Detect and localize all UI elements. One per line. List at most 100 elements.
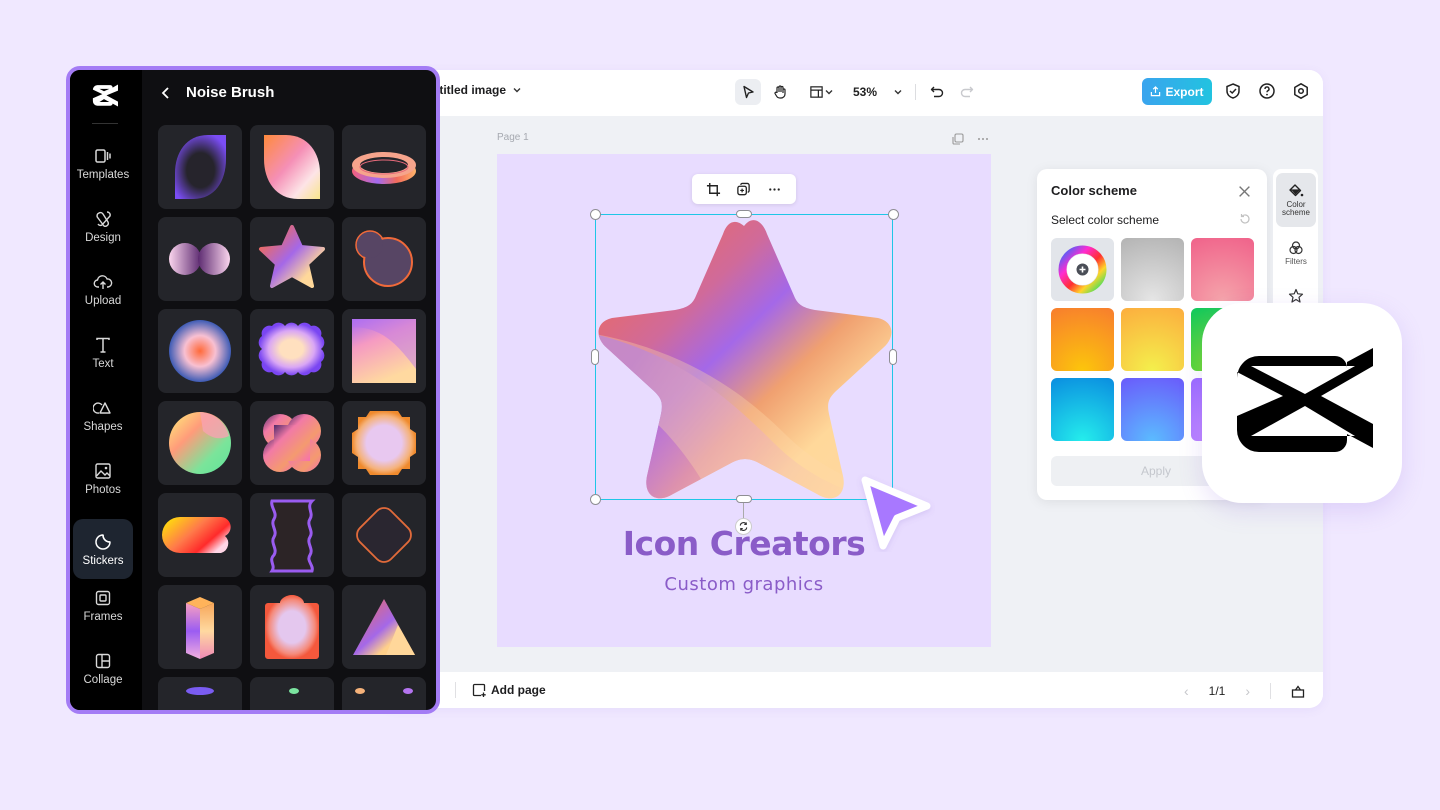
more-icon[interactable]	[767, 182, 782, 197]
layout-button[interactable]	[803, 79, 839, 105]
resize-handle-top-right[interactable]	[888, 209, 899, 220]
panel-title: Noise Brush	[186, 84, 275, 101]
subline-text[interactable]: Custom graphics	[497, 574, 991, 595]
purple-leaf-sticker	[175, 135, 226, 199]
undo-button[interactable]	[924, 79, 950, 105]
orange-rhombus-sticker	[356, 507, 412, 563]
select-cursor-icon	[743, 85, 754, 99]
resize-handle-bottom-left[interactable]	[590, 494, 601, 505]
rotate-connector	[743, 503, 744, 518]
nav-item-shapes[interactable]: Shapes	[73, 385, 133, 445]
resize-handle-top-left[interactable]	[590, 209, 601, 220]
gradient-prism-sticker	[186, 597, 214, 659]
pink-swatch[interactable]	[1191, 238, 1254, 301]
nav-item-text[interactable]: Text	[73, 322, 133, 382]
sticker-pink-square[interactable]	[342, 309, 426, 393]
pink-square-sticker	[352, 319, 416, 383]
canvas-tools: 53%	[735, 77, 980, 107]
paint-bucket-icon	[1289, 183, 1304, 196]
resize-handle-top[interactable]	[736, 210, 752, 218]
nav-item-upload[interactable]: Upload	[73, 259, 133, 319]
bottom-bar: Add page ‹ 1/1 ›	[380, 672, 1323, 708]
zoom-level[interactable]: 53%	[853, 85, 877, 99]
add-page-icon	[472, 683, 486, 697]
close-icon[interactable]	[1238, 185, 1251, 198]
duplicate-icon[interactable]	[736, 182, 751, 197]
page-manager-icon[interactable]	[1291, 684, 1305, 698]
zoom-chevron-down-icon[interactable]	[893, 87, 903, 97]
resize-handle-right[interactable]	[889, 349, 897, 365]
resize-handle-left[interactable]	[591, 349, 599, 365]
sticker-twin-spheres[interactable]	[158, 217, 242, 301]
hand-tool-button[interactable]	[767, 79, 793, 105]
rail-item-filters[interactable]: Filters	[1276, 229, 1316, 277]
frame-icon	[95, 590, 111, 605]
export-button[interactable]: Export	[1142, 78, 1212, 105]
templates-icon	[95, 148, 111, 163]
nav-item-stickers[interactable]: Stickers	[73, 519, 133, 579]
sticker-radial-orb[interactable]	[158, 309, 242, 393]
sticker-pastel-sphere[interactable]	[158, 401, 242, 485]
nav-item-photos[interactable]: Photos	[73, 448, 133, 508]
next-page-icon[interactable]: ›	[1245, 683, 1250, 699]
four-lobe-blob-sticker	[263, 414, 321, 472]
add-page-button[interactable]: Add page	[472, 683, 546, 697]
sticker-sunset-pill[interactable]	[158, 493, 242, 577]
gradient-star-sticker	[259, 225, 325, 288]
sticker-partial[interactable]	[158, 677, 242, 710]
top-toolbar: ntitled image 53% Export	[380, 70, 1323, 116]
sticker-gradient-prism[interactable]	[158, 585, 242, 669]
capcut-logo-icon[interactable]	[90, 82, 118, 108]
sticker-orange-blob[interactable]	[342, 217, 426, 301]
sticker-orange-octagon[interactable]	[342, 401, 426, 485]
blue-violet-swatch[interactable]	[1121, 378, 1184, 441]
sunset-pill-sticker	[162, 517, 231, 553]
divider	[455, 682, 456, 698]
page-more-icon[interactable]	[976, 132, 990, 146]
nav-item-collage[interactable]: Collage	[73, 638, 133, 698]
nav-divider	[92, 123, 118, 124]
rail-item-color-scheme[interactable]: Color scheme	[1276, 173, 1316, 227]
divider	[1270, 683, 1271, 699]
document-title[interactable]: ntitled image	[432, 83, 522, 97]
resize-handle-bottom[interactable]	[736, 495, 752, 503]
sticker-purple-leaf[interactable]	[158, 125, 242, 209]
sticker-gradient-triangle[interactable]	[342, 585, 426, 669]
sticker-grid	[158, 125, 426, 710]
nav-label: Stickers	[82, 554, 124, 567]
settings-icon[interactable]	[1292, 82, 1310, 100]
nav-item-frames[interactable]: Frames	[73, 575, 133, 635]
chevron-left-icon[interactable]	[160, 86, 172, 100]
orange-swatch[interactable]	[1051, 308, 1114, 371]
partial-sticker	[289, 688, 299, 694]
sticker-partial[interactable]	[250, 677, 334, 710]
reset-icon[interactable]	[1239, 213, 1251, 225]
sticker-four-lobe-blob[interactable]	[250, 401, 334, 485]
redo-button[interactable]	[954, 79, 980, 105]
sticker-gradient-ring[interactable]	[342, 125, 426, 209]
collage-icon	[95, 653, 111, 668]
color-wheel-icon	[1058, 245, 1107, 294]
sticker-peach-leaf[interactable]	[250, 125, 334, 209]
nav-item-design[interactable]: Design	[73, 196, 133, 256]
select-tool-button[interactable]	[735, 79, 761, 105]
sticker-orange-rhombus[interactable]	[342, 493, 426, 577]
prev-page-icon[interactable]: ‹	[1184, 683, 1189, 699]
element-floating-toolbar	[692, 174, 796, 204]
crop-icon[interactable]	[706, 182, 721, 197]
sticker-purple-flower[interactable]	[250, 309, 334, 393]
nav-item-templates[interactable]: Templates	[73, 133, 133, 193]
sticker-partial[interactable]	[342, 677, 426, 710]
page-duplicate-icon[interactable]	[951, 132, 965, 146]
sticker-red-arch[interactable]	[250, 585, 334, 669]
sticker-gradient-star[interactable]	[250, 217, 334, 301]
custom-color-swatch[interactable]	[1051, 238, 1114, 301]
pointer-cursor-icon	[861, 476, 931, 550]
gray-swatch[interactable]	[1121, 238, 1184, 301]
design-page[interactable]: Icon Creators Custom graphics	[497, 154, 991, 647]
help-icon[interactable]	[1258, 82, 1276, 100]
yellow-swatch[interactable]	[1121, 308, 1184, 371]
sticker-wavy-rectangle[interactable]	[250, 493, 334, 577]
shield-check-icon[interactable]	[1224, 82, 1242, 100]
cyan-swatch[interactable]	[1051, 378, 1114, 441]
